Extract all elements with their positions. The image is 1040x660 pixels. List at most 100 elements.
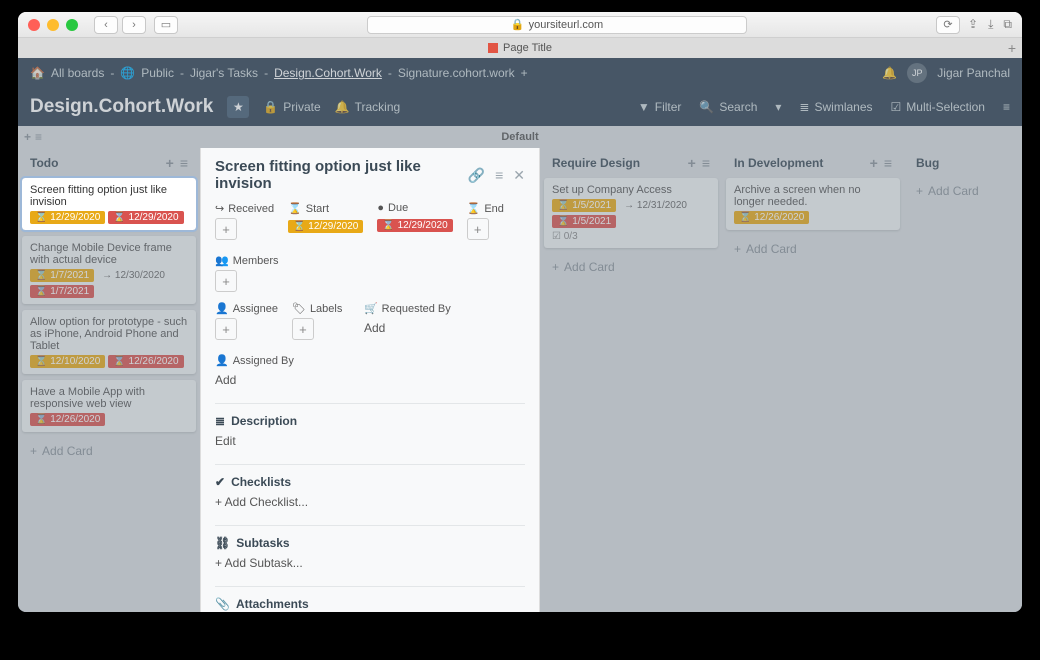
add-field-button[interactable]: + xyxy=(215,318,237,340)
card-title: Screen fitting option just like invision xyxy=(30,184,188,208)
detail-menu-icon[interactable]: ≡ xyxy=(495,167,503,183)
date-badge: ⌛ 1/7/2021 xyxy=(30,269,94,282)
downloads-icon[interactable]: ⤓ xyxy=(988,17,993,32)
home-icon[interactable]: 🏠 xyxy=(30,66,45,80)
minimize-window-icon[interactable] xyxy=(47,19,59,31)
field-icon: ⌛ xyxy=(288,202,302,215)
bell-icon[interactable]: 🔔 xyxy=(882,66,897,80)
card[interactable]: Have a Mobile App with responsive web vi… xyxy=(22,380,196,432)
add-field-button[interactable]: + xyxy=(292,318,314,340)
field-icon: 🛒 xyxy=(364,302,378,315)
add-swimlane-icon[interactable]: + xyxy=(24,130,31,144)
crumb-public[interactable]: Public xyxy=(141,66,174,80)
swimlane-header: +≡ Default xyxy=(18,126,1022,148)
browser-forward-button[interactable]: › xyxy=(122,16,146,34)
field-due: ●Due ⌛ 12/29/2020 xyxy=(377,202,452,240)
column-menu-icon[interactable]: ≡ xyxy=(702,155,710,171)
private-toggle[interactable]: 🔒Private xyxy=(263,100,320,114)
card-title: Have a Mobile App with responsive web vi… xyxy=(30,386,188,410)
card[interactable]: Archive a screen when no longer needed. … xyxy=(726,178,900,230)
field-received: ↪Received + xyxy=(215,202,274,240)
date-arrow: → 12/31/2020 xyxy=(619,199,692,212)
add-card-icon[interactable]: + xyxy=(870,155,878,171)
field-icon: ⌛ xyxy=(467,202,481,215)
add-card-icon[interactable]: + xyxy=(166,155,174,171)
add-card-button[interactable]: +Add Card xyxy=(22,438,196,464)
crumb-all-boards[interactable]: All boards xyxy=(51,66,104,80)
url-bar[interactable]: 🔒 yoursiteurl.com xyxy=(367,16,747,34)
edit-description-link[interactable]: Edit xyxy=(215,434,525,448)
url-text: yoursiteurl.com xyxy=(529,19,604,31)
dropdown-icon[interactable]: ▾ xyxy=(775,100,781,114)
search-button[interactable]: 🔍Search xyxy=(699,100,757,114)
date-arrow: → 12/30/2020 xyxy=(97,269,170,282)
user-avatar[interactable]: JP xyxy=(907,63,927,83)
align-icon: ≣ xyxy=(215,414,225,428)
tabs-icon[interactable]: ⧉ xyxy=(1003,17,1012,32)
funnel-icon: ▼ xyxy=(638,100,650,114)
multi-selection-button[interactable]: ☑Multi-Selection xyxy=(891,100,985,114)
add-checklist-link[interactable]: + Add Checklist... xyxy=(215,495,525,509)
lock-icon: 🔒 xyxy=(511,18,525,31)
reload-button[interactable]: ⟳ xyxy=(936,16,960,34)
browser-back-button[interactable]: ‹ xyxy=(94,16,118,34)
field-labels: 🏷Labels + xyxy=(292,302,350,340)
filter-button[interactable]: ▼Filter xyxy=(638,100,682,114)
lock-icon: 🔒 xyxy=(263,100,278,114)
add-subtask-link[interactable]: + Add Subtask... xyxy=(215,556,525,570)
board-title: Design.Cohort.Work xyxy=(30,96,213,118)
add-field-button[interactable]: + xyxy=(467,218,489,240)
column-menu-icon[interactable]: ≡ xyxy=(884,155,892,171)
menu-icon[interactable]: ≡ xyxy=(1003,100,1010,114)
add-field-button[interactable]: + xyxy=(215,218,237,240)
tab-title: Page Title xyxy=(503,42,552,54)
swimlane-menu-icon[interactable]: ≡ xyxy=(35,130,42,144)
browser-tab[interactable]: Page Title xyxy=(488,42,552,54)
column-title: In Development xyxy=(734,156,823,170)
date-badge: ⌛ 1/5/2021 xyxy=(552,215,616,228)
close-detail-icon[interactable]: ✕ xyxy=(513,167,525,184)
list-icon: ≣ xyxy=(799,100,809,114)
favicon-icon xyxy=(488,43,498,53)
date-badge: ⌛ 1/7/2021 xyxy=(30,285,94,298)
card[interactable]: Change Mobile Device frame with actual d… xyxy=(22,236,196,304)
maximize-window-icon[interactable] xyxy=(66,19,78,31)
new-tab-button[interactable]: + xyxy=(1008,40,1016,56)
star-button[interactable]: ★ xyxy=(227,96,249,118)
field-icon: 👤 xyxy=(215,302,229,315)
column-menu-icon[interactable]: ≡ xyxy=(180,155,188,171)
add-card-icon[interactable]: + xyxy=(688,155,696,171)
field-start: ⌛Start ⌛ 12/29/2020 xyxy=(288,202,363,240)
share-icon[interactable]: ⇪ xyxy=(968,17,978,32)
close-window-icon[interactable] xyxy=(28,19,40,31)
add-card-button[interactable]: +Add Card xyxy=(544,254,718,280)
date-badge: ⌛ 12/29/2020 xyxy=(108,211,183,224)
add-card-button[interactable]: +Add Card xyxy=(726,236,900,262)
card[interactable]: Set up Company Access ⌛ 1/5/2021→ 12/31/… xyxy=(544,178,718,248)
card-title: Change Mobile Device frame with actual d… xyxy=(30,242,188,266)
crumb-design-cohort[interactable]: Design.Cohort.Work xyxy=(274,66,382,80)
field-add-link[interactable]: Add xyxy=(364,321,451,335)
crumb-jigars-tasks[interactable]: Jigar's Tasks xyxy=(190,66,258,80)
paperclip-icon: 📎 xyxy=(215,597,230,611)
swimlanes-button[interactable]: ≣Swimlanes xyxy=(799,100,872,114)
globe-icon: 🌐 xyxy=(120,66,135,80)
date-badge: ⌛ 1/5/2021 xyxy=(552,199,616,212)
search-icon: 🔍 xyxy=(699,100,714,114)
card-title: Allow option for prototype - such as iPh… xyxy=(30,316,188,352)
checklists-header: ✔Checklists xyxy=(215,475,525,489)
field-add-link[interactable]: Add xyxy=(215,373,294,387)
sidebar-toggle-button[interactable]: ▭ xyxy=(154,16,178,34)
add-field-button[interactable]: + xyxy=(215,270,237,292)
field-members: 👥Members + xyxy=(215,254,279,292)
crumb-signature-cohort[interactable]: Signature.cohort.work xyxy=(398,66,515,80)
add-card-button[interactable]: +Add Card xyxy=(908,178,1022,204)
add-breadcrumb-button[interactable]: + xyxy=(521,66,528,80)
card[interactable]: Allow option for prototype - such as iPh… xyxy=(22,310,196,374)
link-icon[interactable]: 🔗 xyxy=(468,167,485,184)
card[interactable]: Screen fitting option just like invision… xyxy=(22,178,196,230)
tracking-toggle[interactable]: 🔔Tracking xyxy=(335,100,401,114)
field-assignee: 👤Assignee + xyxy=(215,302,278,340)
date-badge: ⌛ 12/10/2020 xyxy=(30,355,105,368)
date-badge: ⌛ 12/29/2020 xyxy=(288,220,363,233)
